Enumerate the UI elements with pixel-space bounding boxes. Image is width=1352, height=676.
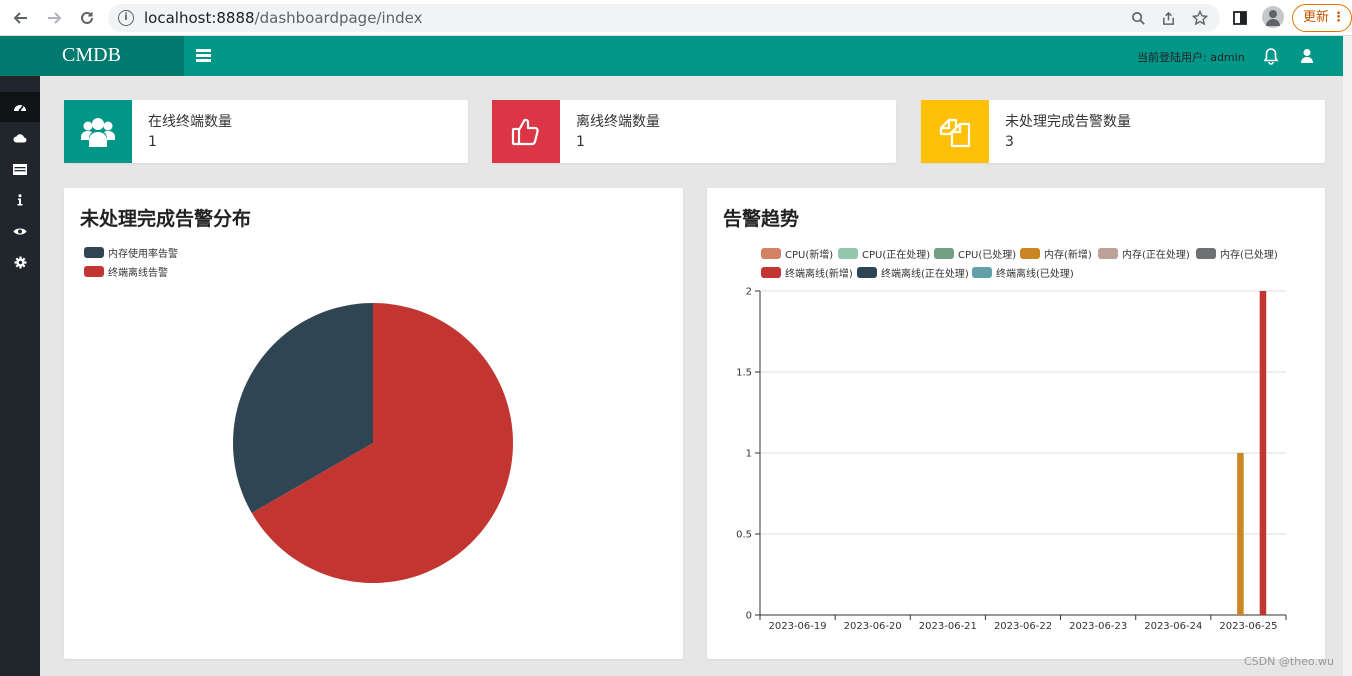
page-scrollbar[interactable]: [1343, 36, 1352, 676]
sidebar-item-eye[interactable]: [0, 216, 40, 246]
info-icon: [17, 194, 23, 206]
stat-value-online: 1: [148, 134, 157, 150]
alert-trend-panel: 告警趋势 CPU(新增) CPU(正在处理) CPU(已处理) 内存(新增) 内存(正在…: [707, 188, 1325, 659]
stat-card-offline: 离线终端数量 1: [492, 100, 896, 163]
stat-label-offline: 离线终端数量: [576, 114, 660, 130]
x-tick-label: 2023-06-20: [844, 621, 902, 632]
update-label: 更新: [1303, 10, 1330, 25]
sidebar-item-list[interactable]: [0, 154, 40, 184]
user-icon[interactable]: [1300, 48, 1314, 64]
current-user-label: 当前登陆用户: admin: [1137, 51, 1245, 64]
more-menu-icon[interactable]: ⋮: [1332, 5, 1345, 30]
stat-card-online: 在线终端数量 1: [64, 100, 468, 163]
x-tick-label: 2023-06-21: [919, 621, 977, 632]
pie-chart: [233, 303, 513, 583]
stat-icon-box: [921, 100, 989, 163]
url-path: /dashboardpage/index: [254, 9, 423, 27]
share-icon[interactable]: [1158, 8, 1178, 28]
watermark: CSDN @theo.wu: [1244, 655, 1334, 668]
stat-value-offline: 1: [576, 134, 585, 150]
dashboard-icon: [14, 105, 26, 112]
profile-avatar-icon[interactable]: [1262, 6, 1284, 28]
sidebar-item-cloud[interactable]: [0, 123, 40, 153]
sidebar-item-dashboard[interactable]: [0, 92, 40, 122]
x-tick-label: 2023-06-25: [1219, 621, 1277, 632]
x-tick-label: 2023-06-23: [1069, 621, 1127, 632]
stat-label-alerts: 未处理完成告警数量: [1005, 114, 1131, 130]
y-tick-label: 0: [746, 611, 752, 622]
browser-update-button[interactable]: 更新 ⋮: [1292, 4, 1352, 32]
sidebar-item-info[interactable]: [0, 185, 40, 215]
stat-card-alerts: 未处理完成告警数量 3: [921, 100, 1325, 163]
app-logo[interactable]: CMDB: [62, 44, 121, 67]
menu-toggle-icon[interactable]: [196, 49, 211, 62]
y-tick-label: 0.5: [736, 530, 752, 541]
url-host: localhost:8888: [144, 9, 255, 27]
logo-area: CMDB: [0, 36, 184, 76]
thumbs-up-icon: [511, 118, 539, 145]
users-icon: [81, 117, 115, 147]
zoom-icon[interactable]: [1128, 8, 1148, 28]
bar-chart: 0 0.5 1 1.5 2 2023-06-19 2023-06-20 2023-06-21 2…: [736, 287, 1287, 632]
url-text[interactable]: localhost:8888/dashboardpage/index: [144, 9, 423, 27]
browser-toolbar: i localhost:8888/dashboardpage/index 更新 ⋮: [0, 0, 1352, 36]
bar[interactable]: [1237, 453, 1244, 615]
forward-arrow-icon[interactable]: [43, 7, 65, 29]
sidebar-item-settings[interactable]: [0, 247, 40, 277]
alert-distribution-panel: 未处理完成告警分布 内存使用率告警 终端离线告警: [64, 188, 683, 659]
x-tick-label: 2023-06-22: [994, 621, 1052, 632]
side-panel-icon[interactable]: [1229, 7, 1251, 29]
eye-icon: [13, 228, 27, 234]
cloud-icon: [13, 134, 27, 143]
gear-icon: [14, 256, 26, 268]
stat-icon-box: [64, 100, 132, 163]
stat-value-alerts: 3: [1005, 134, 1014, 150]
address-bar[interactable]: i localhost:8888/dashboardpage/index: [108, 4, 1220, 32]
bell-icon[interactable]: [1263, 47, 1279, 65]
site-info-icon[interactable]: i: [118, 10, 134, 26]
reload-icon[interactable]: [76, 7, 98, 29]
y-tick-label: 2: [746, 287, 752, 298]
back-arrow-icon[interactable]: [10, 7, 32, 29]
app-header: CMDB 当前登陆用户: admin: [0, 36, 1343, 76]
y-tick-label: 1: [746, 449, 752, 460]
sidebar: [0, 76, 40, 676]
bar[interactable]: [1259, 291, 1267, 615]
y-tick-label: 1.5: [736, 368, 752, 379]
x-tick-label: 2023-06-24: [1144, 621, 1202, 632]
bookmark-star-icon[interactable]: [1190, 8, 1210, 28]
list-icon: [13, 163, 27, 175]
stat-label-online: 在线终端数量: [148, 114, 232, 130]
x-tick-label: 2023-06-19: [769, 621, 827, 632]
copy-icon: [939, 118, 971, 147]
stat-icon-box: [492, 100, 560, 163]
